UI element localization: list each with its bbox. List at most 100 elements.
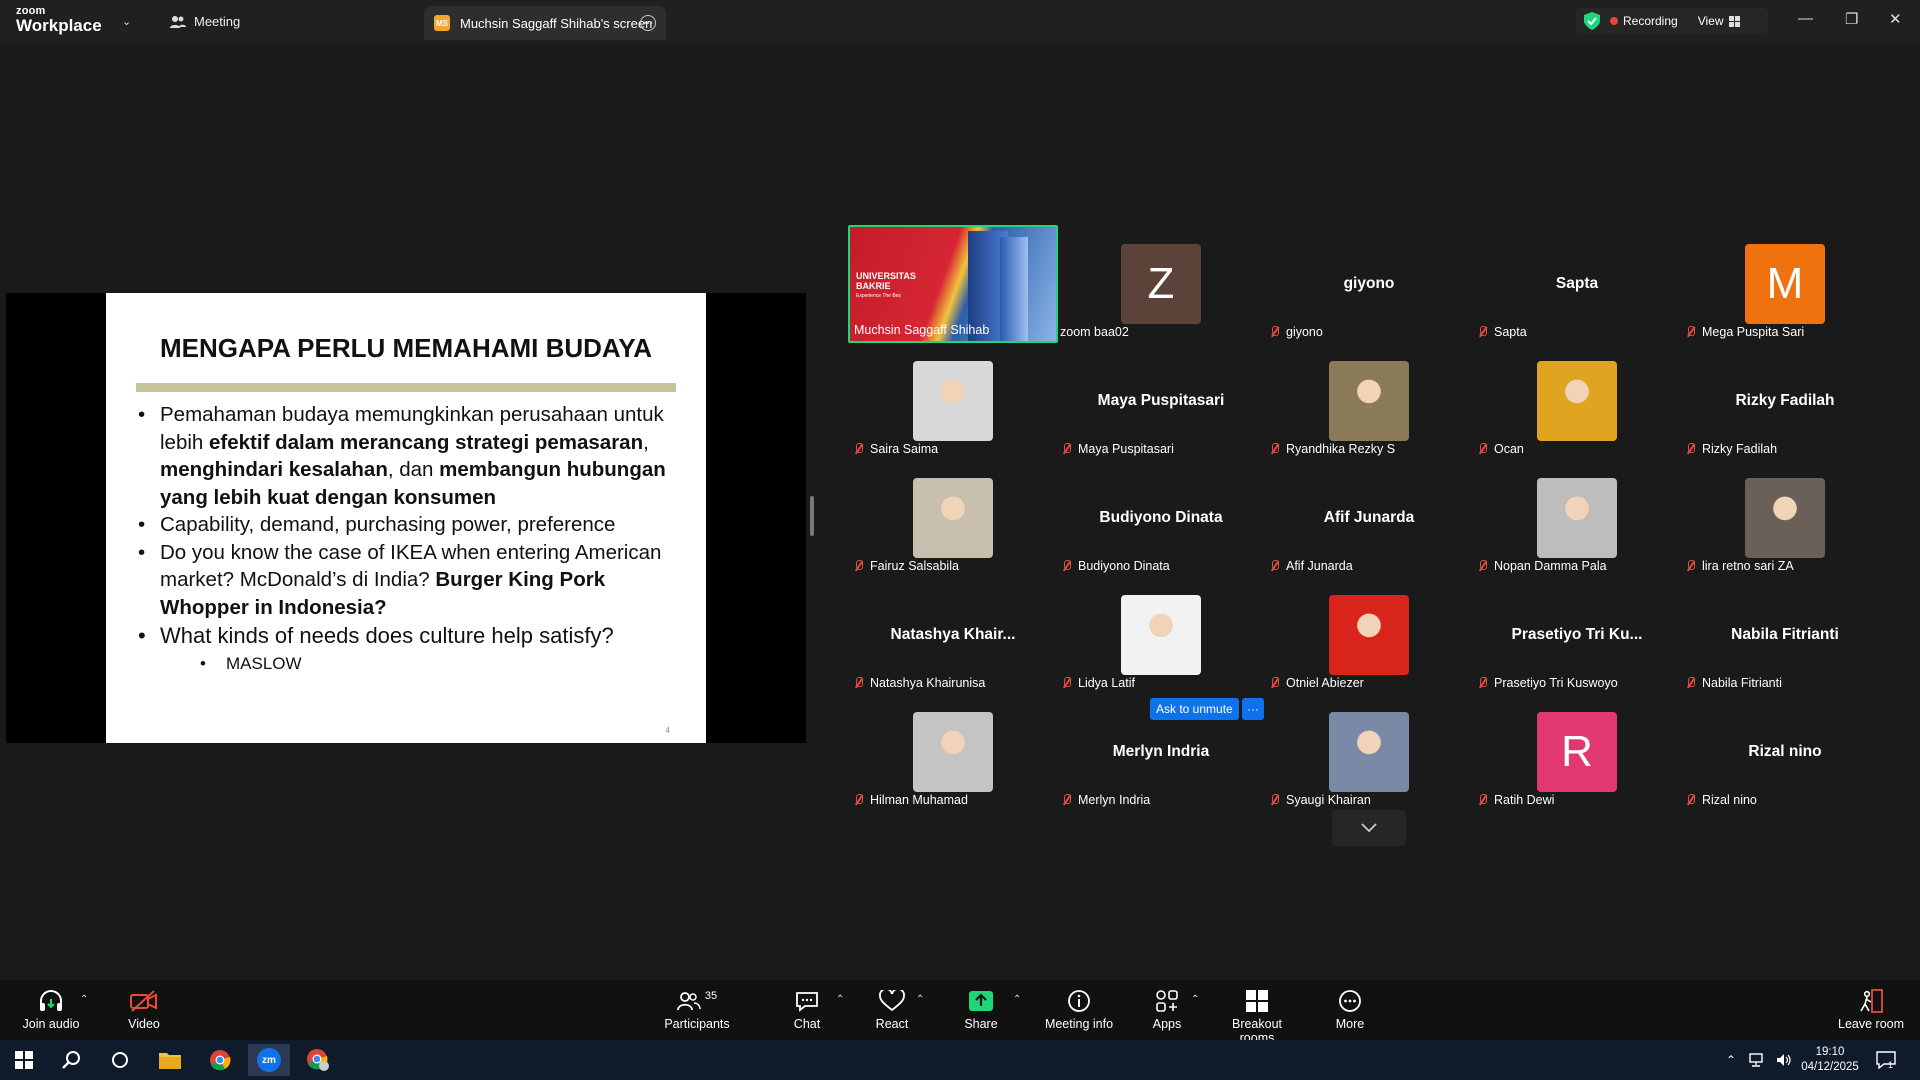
close-icon[interactable]: ✕ bbox=[1889, 10, 1902, 28]
participant-name-label: Ocan bbox=[1476, 442, 1524, 456]
share-options-caret-icon[interactable]: ⌃ bbox=[1013, 994, 1021, 1005]
video-label: Video bbox=[128, 1017, 160, 1031]
more-label: More bbox=[1335, 1017, 1365, 1031]
participant-tile[interactable]: giyono giyono bbox=[1264, 225, 1474, 343]
participant-name: Merlyn Indria bbox=[1078, 793, 1151, 807]
building-shape bbox=[1000, 237, 1028, 341]
meeting-info-button[interactable]: Meeting info bbox=[1042, 988, 1116, 1031]
participant-name-label: Prasetiyo Tri Kuswoyo bbox=[1476, 676, 1618, 690]
participant-tile[interactable]: Rizky Fadilah Rizky Fadilah bbox=[1680, 342, 1890, 460]
participant-tile[interactable]: Fairuz Salsabila bbox=[848, 459, 1058, 577]
chrome-icon[interactable] bbox=[200, 1044, 240, 1076]
participants-button[interactable]: 35 Participants bbox=[662, 988, 732, 1031]
avatar: M bbox=[1745, 244, 1825, 324]
mic-muted-icon bbox=[1476, 676, 1490, 690]
recording-label[interactable]: Recording bbox=[1623, 14, 1678, 28]
network-icon[interactable] bbox=[1748, 1053, 1764, 1067]
chrome-profile-icon[interactable] bbox=[298, 1044, 338, 1076]
windows-start-icon[interactable] bbox=[4, 1044, 44, 1076]
participant-tile[interactable]: Syaugi Khairan bbox=[1264, 693, 1474, 811]
chat-options-caret-icon[interactable]: ⌃ bbox=[836, 994, 844, 1005]
file-explorer-icon[interactable] bbox=[150, 1044, 190, 1076]
cortana-icon[interactable] bbox=[100, 1044, 140, 1076]
mic-muted-icon bbox=[1476, 325, 1490, 339]
restore-icon[interactable]: ❐ bbox=[1845, 10, 1858, 28]
volume-icon[interactable] bbox=[1776, 1053, 1792, 1067]
participant-tile[interactable]: Hilman Muhamad bbox=[848, 693, 1058, 811]
clock[interactable]: 19:10 04/12/2025 bbox=[1800, 1040, 1860, 1080]
chat-icon bbox=[796, 992, 818, 1012]
share-label: Share bbox=[964, 1017, 998, 1031]
participant-tile[interactable]: Rizal nino Rizal nino bbox=[1680, 693, 1890, 811]
participant-tile[interactable]: Afif Junarda Afif Junarda bbox=[1264, 459, 1474, 577]
search-icon[interactable] bbox=[52, 1044, 92, 1076]
info-icon bbox=[1068, 990, 1090, 1012]
participant-more-button[interactable]: ··· bbox=[1242, 698, 1264, 720]
participant-name-label: Nabila Fitrianti bbox=[1684, 676, 1782, 690]
participant-tile[interactable]: Maya Puspitasari Maya Puspitasari bbox=[1056, 342, 1266, 460]
audio-options-caret-icon[interactable]: ⌃ bbox=[80, 994, 88, 1005]
video-button[interactable]: Video bbox=[124, 988, 164, 1031]
meeting-info-label: Meeting info bbox=[1044, 1017, 1114, 1031]
zoom-workplace-logo[interactable]: zoom Workplace bbox=[16, 6, 102, 35]
tab-meeting[interactable]: Meeting bbox=[170, 14, 240, 29]
participant-tile[interactable]: R Ratih Dewi bbox=[1472, 693, 1682, 811]
participant-tile[interactable]: Nopan Damma Pala bbox=[1472, 459, 1682, 577]
chevron-down-icon[interactable]: ⌄ bbox=[122, 15, 131, 28]
tray-expand-icon[interactable]: ⌃ bbox=[1726, 1053, 1736, 1067]
join-audio-button[interactable]: Join audio bbox=[22, 988, 80, 1031]
more-options-icon[interactable]: ••• bbox=[640, 15, 656, 31]
zoom-taskbar-icon[interactable]: zm bbox=[248, 1044, 290, 1076]
participant-tile[interactable]: Ryandhika Rezky S bbox=[1264, 342, 1474, 460]
participant-display-name: Merlyn Indria bbox=[1112, 743, 1210, 760]
participant-tile[interactable]: M Mega Puspita Sari bbox=[1680, 225, 1890, 343]
breakout-rooms-button[interactable]: Breakout rooms bbox=[1214, 988, 1300, 1045]
view-button[interactable]: View bbox=[1698, 14, 1740, 28]
share-screen-icon bbox=[969, 991, 993, 1011]
participant-name-label: Otniel Abiezer bbox=[1268, 676, 1364, 690]
participant-display-name: Maya Puspitasari bbox=[1097, 392, 1225, 409]
ask-to-unmute-button[interactable]: Ask to unmute bbox=[1150, 698, 1239, 720]
participant-name-label: Mega Puspita Sari bbox=[1684, 325, 1804, 339]
participant-name: Ocan bbox=[1494, 442, 1524, 456]
apps-button[interactable]: Apps bbox=[1152, 988, 1182, 1031]
minimize-icon[interactable]: — bbox=[1798, 10, 1813, 27]
leave-room-button[interactable]: Leave room bbox=[1838, 988, 1904, 1031]
splitter-handle[interactable] bbox=[810, 496, 814, 536]
shared-slide: MENGAPA PERLU MEMAHAMI BUDAYA Pemahaman … bbox=[106, 293, 706, 743]
participant-tile[interactable]: Ocan bbox=[1472, 342, 1682, 460]
participant-tile[interactable]: Natashya Khair... Natashya Khairunisa bbox=[848, 576, 1058, 694]
participant-tile[interactable]: Nabila Fitrianti Nabila Fitrianti bbox=[1680, 576, 1890, 694]
avatar: Z bbox=[1121, 244, 1201, 324]
participant-tile[interactable]: Zzoom baa02 bbox=[1056, 225, 1266, 343]
mic-muted-icon bbox=[1268, 793, 1282, 807]
participant-tile[interactable]: Budiyono Dinata Budiyono Dinata bbox=[1056, 459, 1266, 577]
apps-options-caret-icon[interactable]: ⌃ bbox=[1191, 994, 1199, 1005]
react-options-caret-icon[interactable]: ⌃ bbox=[916, 994, 924, 1005]
notification-center-icon[interactable]: 1 bbox=[1876, 1040, 1896, 1080]
more-button[interactable]: More bbox=[1334, 988, 1366, 1031]
slide-title: MENGAPA PERLU MEMAHAMI BUDAYA bbox=[159, 333, 653, 363]
participant-tile[interactable]: Saira Saima bbox=[848, 342, 1058, 460]
participant-name: Prasetiyo Tri Kuswoyo bbox=[1494, 676, 1618, 690]
react-button[interactable]: React bbox=[872, 988, 912, 1031]
security-shield-icon[interactable] bbox=[1584, 12, 1600, 30]
participant-name: Mega Puspita Sari bbox=[1702, 325, 1805, 339]
participant-tile[interactable]: Sapta Sapta bbox=[1472, 225, 1682, 343]
participant-tile[interactable]: UNIVERSITAS BAKRIE Experience The Bes Muchs… bbox=[848, 225, 1058, 343]
chat-button[interactable]: Chat bbox=[790, 988, 824, 1031]
zoom-taskbar-label: zm bbox=[257, 1048, 281, 1072]
avatar-photo bbox=[1745, 478, 1825, 558]
participant-tile[interactable]: lira retno sari ZA bbox=[1680, 459, 1890, 577]
share-button[interactable]: Share bbox=[962, 988, 1000, 1031]
people-icon bbox=[170, 15, 186, 28]
participants-label: Participants bbox=[664, 1017, 730, 1031]
next-page-button[interactable] bbox=[1332, 810, 1406, 846]
mic-muted-icon bbox=[1476, 442, 1490, 456]
participant-tile[interactable]: Otniel Abiezer bbox=[1264, 576, 1474, 694]
chat-label: Chat bbox=[793, 1017, 821, 1031]
participant-tile[interactable]: Prasetiyo Tri Ku... Prasetiyo Tri Kuswoyo bbox=[1472, 576, 1682, 694]
participant-tile[interactable]: Lidya Latif bbox=[1056, 576, 1266, 694]
grid-view-icon bbox=[1728, 15, 1740, 27]
tab-shared-screen[interactable]: MS Muchsin Saggaff Shihab's screen ••• bbox=[424, 6, 666, 40]
